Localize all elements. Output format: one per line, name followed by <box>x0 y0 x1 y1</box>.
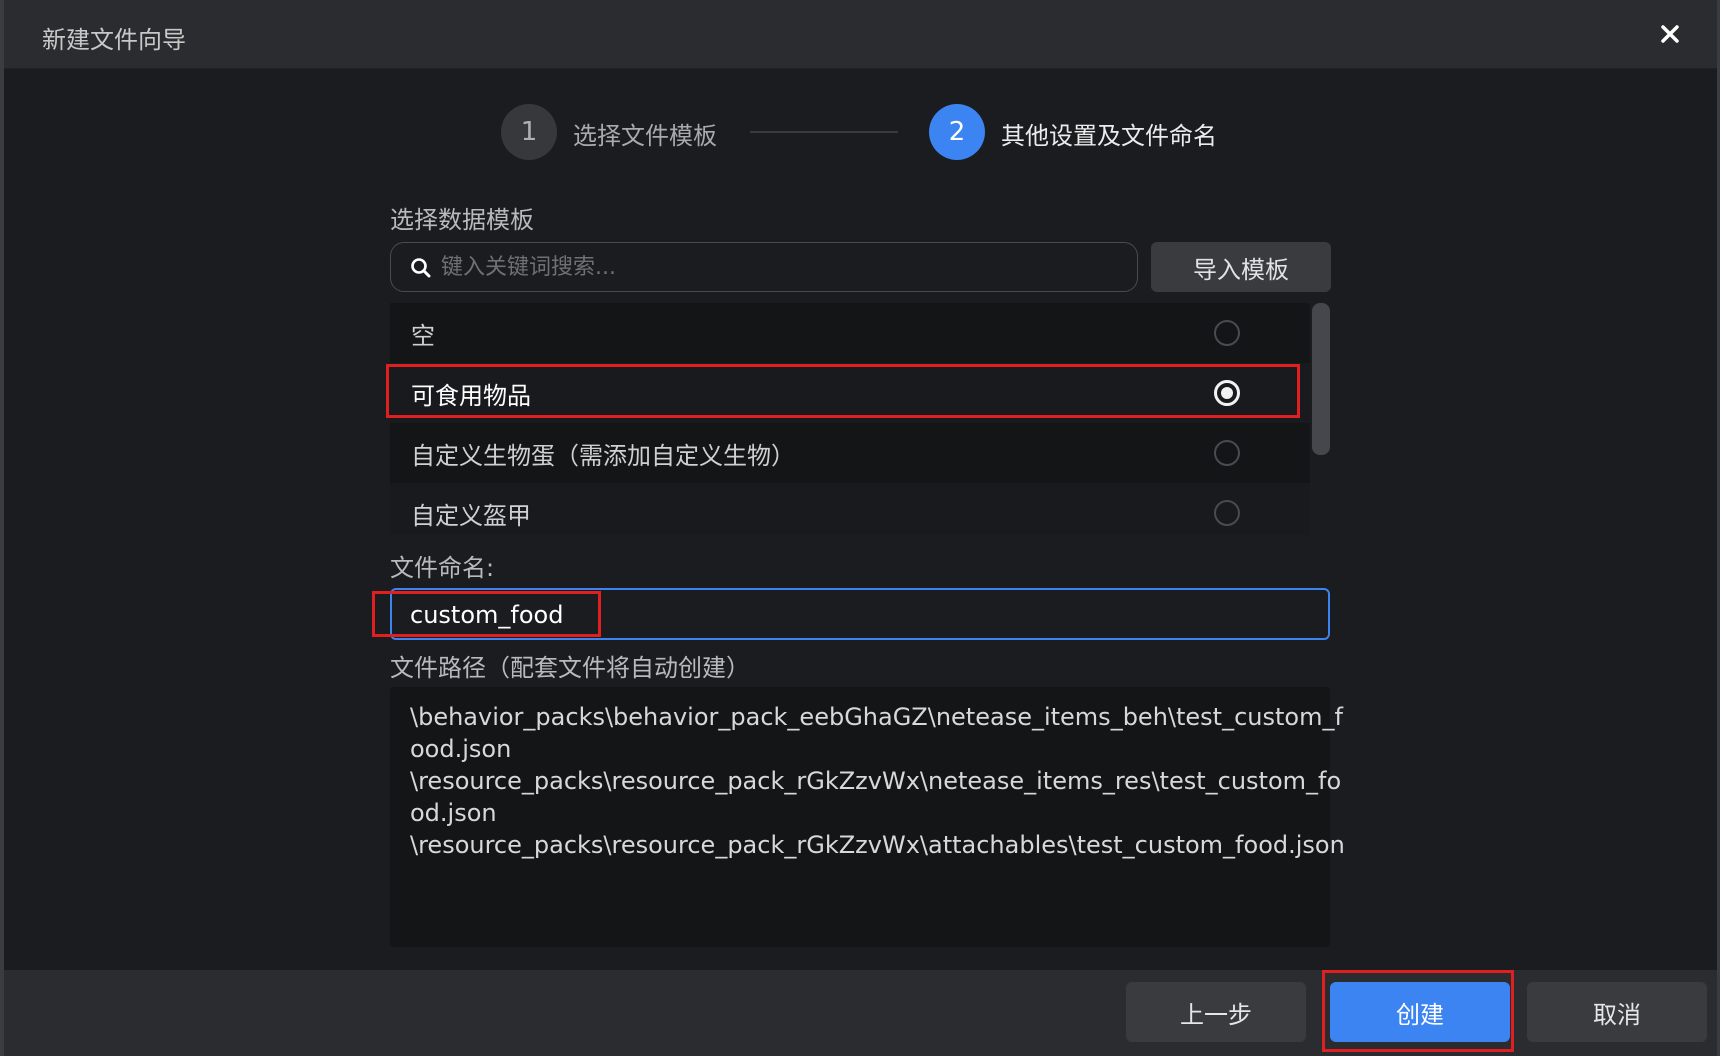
radio-button[interactable] <box>1214 320 1240 346</box>
search-icon <box>409 256 433 280</box>
scrollbar-thumb[interactable] <box>1312 303 1330 455</box>
template-item-label: 自定义生物蛋（需添加自定义生物） <box>411 441 795 470</box>
step-1-label: 选择文件模板 <box>573 122 717 150</box>
step-2-indicator: 2 <box>929 104 985 160</box>
step-connector <box>750 131 898 133</box>
radio-button[interactable] <box>1214 500 1240 526</box>
template-item-empty[interactable]: 空 <box>390 303 1310 363</box>
window-border-left <box>0 0 4 1056</box>
title-bar: 新建文件向导 <box>0 0 1720 69</box>
radio-button[interactable] <box>1214 440 1240 466</box>
filepath-display: \behavior_packs\behavior_pack_eebGhaGZ\n… <box>390 687 1345 947</box>
template-item-spawn-egg[interactable]: 自定义生物蛋（需添加自定义生物） <box>390 423 1310 483</box>
filepath-label: 文件路径（配套文件将自动创建） <box>390 654 750 682</box>
template-search-input[interactable] <box>439 243 1123 291</box>
highlight-box-selected-template <box>386 364 1300 418</box>
filepath-line: ood.json <box>410 735 512 763</box>
highlight-box-create <box>1322 970 1514 1052</box>
dialog-title: 新建文件向导 <box>42 26 186 54</box>
template-item-armor[interactable]: 自定义盔甲 <box>390 483 1310 535</box>
highlight-box-filename <box>372 591 601 637</box>
filepath-line: od.json <box>410 799 497 827</box>
cancel-button[interactable]: 取消 <box>1527 982 1707 1042</box>
template-list-scrollbar[interactable] <box>1312 303 1330 535</box>
previous-step-button[interactable]: 上一步 <box>1126 982 1306 1042</box>
close-icon[interactable] <box>1650 14 1690 54</box>
filepath-line: \resource_packs\resource_pack_rGkZzvWx\n… <box>410 767 1342 795</box>
template-list: 空 可食用物品 自定义生物蛋（需添加自定义生物） 自定义盔甲 <box>390 303 1310 535</box>
filename-label: 文件命名: <box>390 554 495 582</box>
step-2-label: 其他设置及文件命名 <box>1001 122 1217 150</box>
filepath-line: \resource_packs\resource_pack_rGkZzvWx\a… <box>410 831 1345 859</box>
step-1-indicator: 1 <box>501 104 557 160</box>
filepath-line: \behavior_packs\behavior_pack_eebGhaGZ\n… <box>410 703 1343 731</box>
new-file-wizard-dialog: 新建文件向导 1 选择文件模板 2 其他设置及文件命名 选择数据模板 导入模板 … <box>0 0 1720 1056</box>
template-item-label: 自定义盔甲 <box>411 501 531 530</box>
template-item-label: 空 <box>411 321 435 350</box>
template-section-label: 选择数据模板 <box>390 206 534 234</box>
template-search-field[interactable] <box>390 242 1138 292</box>
import-template-button[interactable]: 导入模板 <box>1151 242 1331 292</box>
